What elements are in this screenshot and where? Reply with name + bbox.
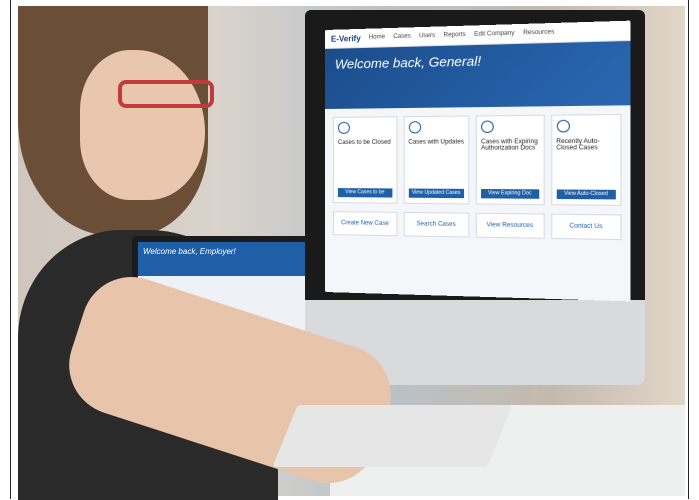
card-expiring-docs: Cases with Expiring Authorization Docs V… — [475, 114, 545, 206]
glasses — [118, 80, 214, 108]
card-button: View Cases to be Closed — [337, 188, 392, 204]
card-auto-closed: Recently Auto-Closed Cases View Auto-Clo… — [550, 113, 622, 207]
link-search-cases: Search Cases — [403, 211, 470, 238]
card-title: Cases to be Closed — [337, 139, 391, 146]
card-title: Cases with Expiring Authorization Docs — [481, 138, 538, 152]
hourglass-icon — [481, 120, 494, 134]
right-border — [688, 0, 699, 499]
nav-users: Users — [418, 32, 436, 40]
card-cases-with-updates: Cases with Updates View Updated Cases — [403, 115, 470, 205]
card-button: View Updated Cases — [408, 188, 465, 199]
everify-logo: E-Verify — [330, 33, 361, 44]
laptop-hero-title: Welcome back, Employer! — [138, 242, 306, 276]
nav-resources: Resources — [523, 29, 555, 37]
link-create-case: Create New Case — [332, 211, 397, 237]
monitor-links: Create New Case Search Cases View Resour… — [325, 211, 631, 241]
monitor-hero: Welcome back, General! — [325, 40, 631, 110]
nav-home: Home — [368, 34, 386, 41]
card-title: Cases with Updates — [408, 139, 464, 146]
keyboard — [272, 405, 513, 467]
hero-title: Welcome back, General! — [334, 53, 482, 72]
refresh-icon — [556, 119, 570, 133]
link-view-resources: View Resources — [475, 212, 545, 239]
bell-icon — [408, 121, 421, 134]
card-button: View Auto-Closed Cases — [556, 189, 616, 207]
circle-icon — [337, 121, 350, 134]
photo-frame: Welcome back, Employer! E-Verify Home Ca… — [0, 0, 699, 500]
card-cases-to-be-closed: Cases to be Closed View Cases to be Clos… — [332, 116, 397, 204]
monitor-display: E-Verify Home Cases Users Reports Edit C… — [325, 20, 631, 302]
nav-reports: Reports — [443, 31, 466, 39]
nav-edit-company: Edit Company — [474, 30, 515, 38]
left-border — [0, 0, 11, 499]
nav-cases: Cases — [393, 33, 411, 41]
link-contact-us: Contact Us — [550, 213, 622, 241]
monitor-cards: Cases to be Closed View Cases to be Clos… — [325, 105, 631, 214]
card-title: Recently Auto-Closed Cases — [556, 138, 600, 152]
card-button: View Expiring Doc Cases — [481, 188, 539, 206]
